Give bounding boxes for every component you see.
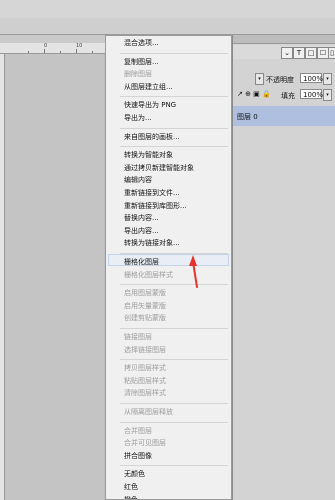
menu-item[interactable]: 转换为智能对象 — [124, 150, 173, 160]
menu-item: 创建剪贴蒙版 — [124, 314, 166, 323]
layers-panel: ⌄ T □ ☐ ▯ ▾ 不透明度 100% ▾ ↗ ⊕ ▣ 🔒 填充 100% … — [232, 35, 335, 500]
blend-mode-chevron-icon[interactable]: ▾ — [255, 73, 264, 85]
menu-item: 删除图层 — [124, 70, 152, 79]
text-filter-icon[interactable]: T — [293, 47, 305, 59]
menu-separator — [120, 359, 228, 361]
opacity-input[interactable]: 100% — [300, 73, 323, 83]
menu-separator — [120, 146, 228, 148]
lock-icons: ↗ ⊕ ▣ 🔒 — [237, 90, 271, 98]
menu-item: 清除图层样式 — [124, 389, 166, 398]
menu-separator — [120, 52, 228, 54]
panel-header — [233, 35, 335, 44]
menu-item: 栅格化图层样式 — [124, 270, 173, 279]
layer-name: 图层 0 — [237, 113, 258, 121]
menu-separator — [120, 328, 228, 329]
menu-item[interactable]: 来自图层的画板... — [124, 132, 180, 142]
fill-input[interactable]: 100% — [300, 89, 323, 99]
opacity-label: 不透明度 — [266, 76, 294, 84]
options-bar: 绘画 ▾ — [0, 18, 335, 51]
menu-item: 从隔离图层释放 — [124, 408, 173, 416]
menu-separator — [120, 127, 228, 129]
shape-filter-icon[interactable]: □ — [305, 47, 317, 59]
menu-item[interactable]: 通过拷贝新建智能对象 — [124, 163, 194, 173]
menu-item[interactable]: 导出内容... — [124, 226, 159, 236]
menu-separator — [120, 465, 228, 467]
menu-item: 启用图层蒙版 — [124, 289, 166, 298]
menu-item[interactable]: 从图层建立组... — [124, 82, 173, 92]
menu-item[interactable]: 转换为链接对象... — [124, 238, 180, 248]
menu-item[interactable]: 编辑内容 — [124, 175, 152, 185]
opacity-row: ▾ 不透明度 100% ▾ — [233, 71, 335, 85]
fill-label: 填充 — [281, 92, 295, 100]
menu-item[interactable]: 橙色 — [124, 495, 138, 499]
layer-context-menu: 混合选项... 复制图层... 删除图层从图层建立组... 快速导出为 PNG 导出为.… — [105, 35, 232, 500]
top-bar — [0, 0, 335, 19]
ruler-mark — [60, 51, 61, 53]
menu-item[interactable]: 快速导出为 PNG — [124, 100, 176, 110]
menu-item[interactable]: 重新链接到文件... — [124, 188, 180, 198]
menu-separator — [120, 96, 228, 98]
menu-item: 粘贴图层样式 — [124, 376, 166, 385]
menu-item[interactable]: 重新链接到库图形... — [124, 201, 187, 211]
filter-kind-icon[interactable]: ⌄ — [281, 47, 293, 59]
ruler-mark — [28, 51, 29, 53]
menu-item: 启用矢量蒙版 — [124, 301, 166, 310]
fill-row: ↗ ⊕ ▣ 🔒 填充 100% ▾ — [233, 87, 335, 101]
fill-chevron-icon[interactable]: ▾ — [323, 89, 332, 101]
canvas-area[interactable] — [5, 54, 104, 500]
menu-item[interactable]: 红色 — [124, 482, 138, 492]
menu-separator — [120, 284, 228, 286]
menu-item[interactable]: 混合选项... — [124, 38, 159, 48]
menu-separator — [120, 253, 228, 254]
menu-item[interactable]: 导出为... — [124, 113, 152, 123]
menu-item: 选择链接图层 — [124, 345, 166, 354]
ruler-mark — [92, 51, 93, 53]
menu-item-rasterize-layer[interactable]: 栅格化图层 — [124, 257, 159, 267]
ruler-mark — [76, 49, 77, 53]
menu-item: 链接图层 — [124, 333, 152, 341]
menu-separator — [120, 421, 228, 423]
menu-item: 合并图层 — [124, 426, 152, 435]
filter-toggle-icon[interactable]: ▯ — [328, 47, 335, 59]
layer-row-selected[interactable]: 图层 0 — [233, 106, 335, 126]
menu-item: 拷贝图层样式 — [124, 364, 166, 373]
menu-separator — [120, 403, 228, 404]
horizontal-ruler: 0 10 — [0, 43, 105, 54]
opacity-chevron-icon[interactable]: ▾ — [323, 73, 332, 85]
menu-item: 合并可见图层 — [124, 439, 166, 448]
menu-item[interactable]: 复制图层... — [124, 57, 159, 67]
layer-filter-toolbar: ⌄ T □ ☐ ▯ — [233, 45, 335, 59]
ruler-mark — [44, 49, 45, 53]
menu-item[interactable]: 替换内容... — [124, 213, 159, 223]
menu-item[interactable]: 拼合图像 — [124, 451, 152, 461]
menu-item[interactable]: 无颜色 — [124, 469, 145, 479]
